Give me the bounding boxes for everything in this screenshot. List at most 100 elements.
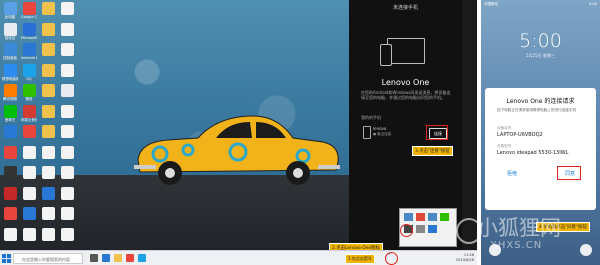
- desktop-icon-grid: 此电脑 Google Chrome 回收站 Microsoft Edge 控制面板 Int…: [2, 0, 82, 250]
- desktop-shortcut[interactable]: [59, 186, 75, 200]
- desktop-shortcut[interactable]: [40, 166, 56, 179]
- explorer-taskbar-icon[interactable]: [114, 254, 122, 262]
- desktop-shortcut[interactable]: [21, 227, 37, 241]
- app-icon: [3, 125, 17, 138]
- desktop-shortcut[interactable]: [59, 207, 75, 220]
- desktop-shortcut[interactable]: [40, 104, 56, 118]
- windows-start-icon[interactable]: [2, 254, 11, 263]
- desktop-shortcut[interactable]: [21, 166, 37, 179]
- tray-app-icon[interactable]: [440, 213, 449, 221]
- device-name-value: LAPTOP-U6VBOQ2: [497, 132, 543, 138]
- device-model-value: Lenovo ideapad 5530-13IWL: [497, 150, 569, 156]
- desktop-shortcut[interactable]: 爱奇艺: [2, 104, 18, 122]
- app-description: 在您的Android和Windows间发送消息，将设备连接至您的电脑，并通过您的…: [361, 90, 451, 100]
- desktop-shortcut[interactable]: [59, 145, 75, 159]
- highlight-tray-arrow: [385, 252, 398, 265]
- tray-app-icon[interactable]: [404, 213, 413, 221]
- dialog-message: 如下电脑正在请求使用联想电脑上的进行连接手机: [497, 108, 577, 112]
- desktop-shortcut[interactable]: [21, 145, 37, 159]
- desktop-shortcut[interactable]: Microsoft Edge: [21, 22, 37, 40]
- desktop-shortcut[interactable]: [40, 125, 56, 138]
- desktop-shortcut[interactable]: [59, 63, 75, 77]
- desktop-shortcut-label: Google Chrome: [21, 15, 37, 19]
- desktop-shortcut[interactable]: 此电脑: [2, 2, 18, 19]
- edge-taskbar-icon[interactable]: [102, 254, 110, 262]
- app-icon: [41, 43, 55, 56]
- reject-button[interactable]: 拒绝: [507, 170, 517, 177]
- desktop-shortcut[interactable]: [59, 84, 75, 97]
- desktop-shortcut-label: 网易云音乐: [21, 117, 37, 122]
- app-icon: [41, 63, 55, 77]
- phone-clock: 5:00: [519, 30, 562, 52]
- device-name-label: 设备名称: [497, 126, 512, 130]
- desktop-screen: 此电脑 Google Chrome 回收站 Microsoft Edge 控制面板 Int…: [0, 0, 477, 265]
- app-icon: [60, 22, 74, 36]
- app-icon: [60, 227, 74, 241]
- desktop-shortcut[interactable]: [2, 145, 18, 159]
- desktop-shortcut-label: Microsoft Edge: [21, 35, 37, 40]
- tray-arrow-icon[interactable]: ˄: [388, 253, 391, 260]
- desktop-shortcut[interactable]: [21, 186, 37, 200]
- device-name: lenovo: [373, 126, 387, 131]
- desktop-shortcut[interactable]: [59, 104, 75, 118]
- desktop-shortcut[interactable]: Google Chrome: [21, 2, 37, 19]
- desktop-shortcut[interactable]: 控制面板: [2, 43, 18, 60]
- desktop-shortcut[interactable]: [40, 145, 56, 159]
- desktop-shortcut[interactable]: [2, 186, 18, 200]
- desktop-shortcut[interactable]: 微信: [21, 84, 37, 101]
- app-icon: [22, 125, 36, 138]
- desktop-shortcut[interactable]: Internet Explorer: [21, 43, 37, 60]
- desktop-shortcut[interactable]: [40, 43, 56, 56]
- app-taskbar-icon[interactable]: [138, 254, 146, 262]
- tray-app-icon[interactable]: [416, 213, 425, 221]
- desktop-shortcut[interactable]: [40, 63, 56, 77]
- desktop-shortcut[interactable]: 网易云音乐: [21, 104, 37, 122]
- app-icon: [3, 22, 17, 36]
- desktop-shortcut[interactable]: [59, 22, 75, 36]
- app-icon: [3, 227, 17, 241]
- app-icon: [41, 145, 55, 159]
- app-icon: [22, 104, 36, 118]
- phone-date: 5月25日 星期三: [526, 53, 555, 58]
- desktop-shortcut[interactable]: [59, 166, 75, 179]
- desktop-shortcut[interactable]: [2, 227, 18, 241]
- desktop-shortcut[interactable]: [2, 207, 18, 220]
- app-icon: [60, 125, 74, 138]
- app-icon: [60, 207, 74, 220]
- desktop-shortcut[interactable]: [2, 125, 18, 138]
- chrome-taskbar-icon[interactable]: [126, 254, 134, 262]
- desktop-shortcut[interactable]: [59, 2, 75, 15]
- tray-app-icon[interactable]: [428, 213, 437, 221]
- desktop-shortcut[interactable]: [40, 84, 56, 97]
- tray-app-icon[interactable]: [416, 225, 425, 233]
- task-view-icon[interactable]: [90, 254, 98, 262]
- taskbar-search-input[interactable]: 在这里输入你要搜索的内容: [13, 253, 83, 264]
- desktop-shortcut[interactable]: [59, 227, 75, 241]
- desktop-shortcut[interactable]: [21, 125, 37, 138]
- desktop-shortcut[interactable]: 联想电脑管家: [2, 63, 18, 81]
- app-icon: [3, 2, 17, 15]
- desktop-shortcut[interactable]: [40, 2, 56, 15]
- desktop-shortcut[interactable]: QQ: [21, 63, 37, 81]
- desktop-shortcut[interactable]: [59, 125, 75, 138]
- desktop-shortcut[interactable]: [40, 227, 56, 241]
- desktop-shortcut-label: 爱奇艺: [4, 117, 16, 122]
- taskbar-date: 2019/6/26: [456, 258, 474, 262]
- watermark-cn: 小狐狸网: [477, 216, 561, 240]
- phone-carrier: 中国移动: [484, 2, 498, 6]
- desktop-shortcut[interactable]: 回收站: [2, 22, 18, 40]
- desktop-shortcut[interactable]: [21, 207, 37, 220]
- tray-app-icon[interactable]: [428, 225, 437, 233]
- desktop-shortcut[interactable]: [2, 166, 18, 179]
- callout-step1: 1.先点击箭号: [345, 254, 375, 264]
- desktop-shortcut[interactable]: [40, 22, 56, 36]
- desktop-shortcut-label: Internet Explorer: [21, 56, 37, 60]
- app-icon: [22, 207, 36, 220]
- desktop-shortcut-label: 微信: [25, 97, 33, 101]
- desktop-shortcut[interactable]: [40, 186, 56, 200]
- app-icon: [41, 2, 55, 15]
- app-icon: [60, 43, 74, 56]
- desktop-shortcut[interactable]: [40, 207, 56, 220]
- desktop-shortcut[interactable]: [59, 43, 75, 56]
- desktop-shortcut[interactable]: 腾讯视频: [2, 84, 18, 101]
